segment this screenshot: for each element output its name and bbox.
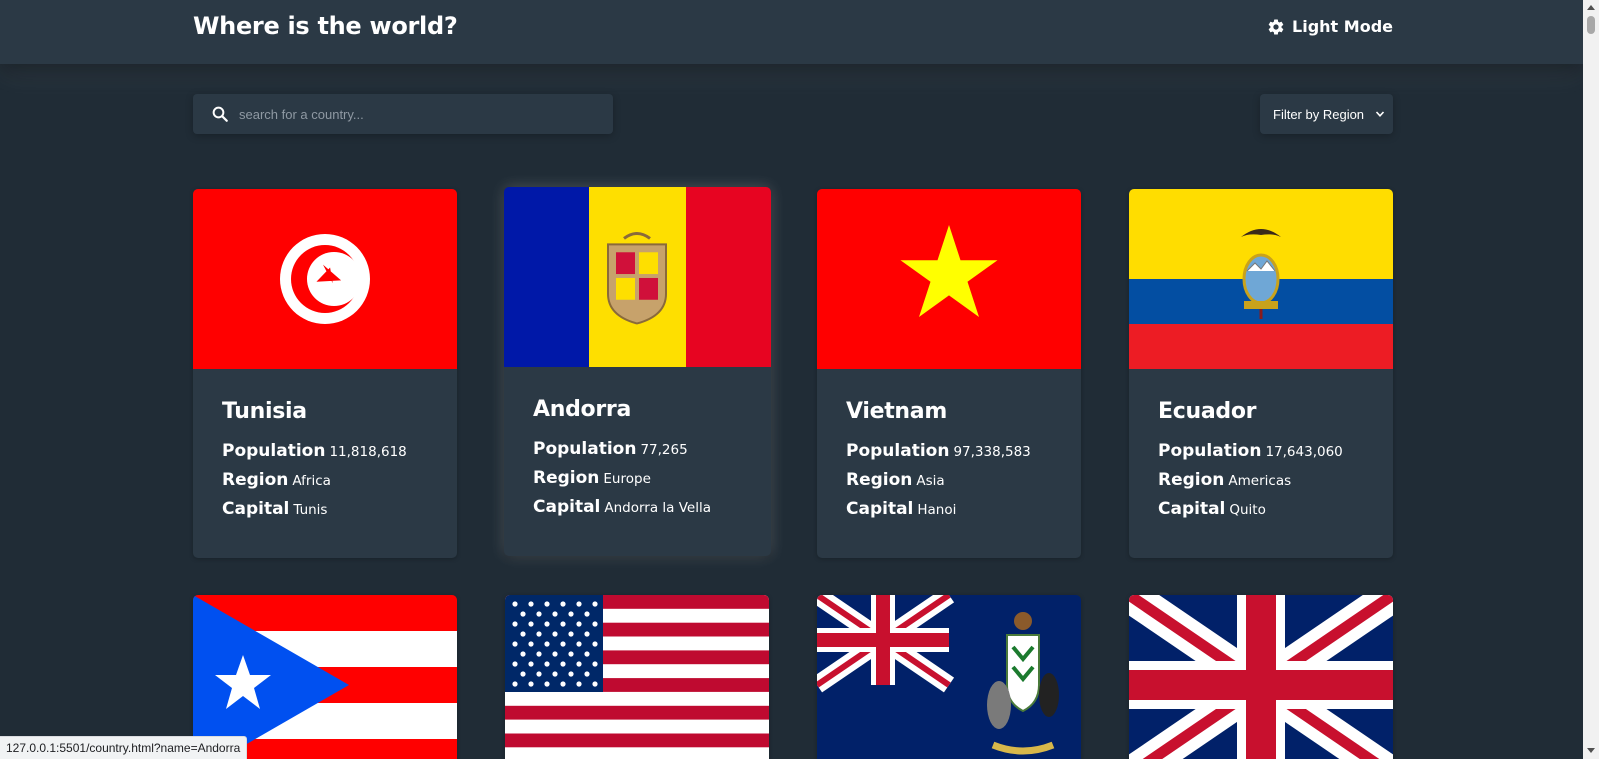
page-scrollbar[interactable] xyxy=(1583,0,1599,759)
region-value: Americas xyxy=(1228,473,1292,489)
united-kingdom-flag xyxy=(1129,595,1393,759)
population-label: Population xyxy=(1158,441,1262,461)
region-filter-label: Filter by Region xyxy=(1273,106,1365,122)
andorra-flag xyxy=(504,187,771,367)
south-georgia-flag xyxy=(817,595,1081,759)
search-box xyxy=(193,94,613,134)
capital-label: Capital xyxy=(533,497,601,517)
capital-value: Tunis xyxy=(293,502,328,518)
region-row: Region Asia xyxy=(846,466,1052,495)
population-value: 97,338,583 xyxy=(953,444,1031,460)
country-card-andorra[interactable]: Andorra Population 77,265 Region Europe Ca… xyxy=(504,187,771,556)
country-card-tunisia[interactable]: Tunisia Population 11,818,618 Region Afric… xyxy=(193,189,457,558)
country-card-united-states[interactable] xyxy=(505,595,769,759)
country-card-ecuador[interactable]: Ecuador Population 17,643,060 Region Ameri… xyxy=(1129,189,1393,558)
capital-label: Capital xyxy=(1158,499,1226,519)
region-label: Region xyxy=(222,470,289,490)
population-value: 77,265 xyxy=(640,442,688,458)
capital-row: Capital Quito xyxy=(1158,495,1364,524)
browser-status-url: 127.0.0.1:5501/country.html?name=Andorra xyxy=(0,736,248,759)
country-card-puerto-rico[interactable] xyxy=(193,595,457,759)
app-viewport: Where is the world? Light Mode Filter by… xyxy=(0,0,1599,759)
capital-row: Capital Tunis xyxy=(222,495,428,524)
population-row: Population 77,265 xyxy=(533,435,742,464)
theme-toggle-button[interactable]: Light Mode xyxy=(1267,17,1393,36)
country-name: Tunisia xyxy=(222,399,307,424)
puerto-rico-flag xyxy=(193,595,457,759)
population-value: 17,643,060 xyxy=(1265,444,1343,460)
population-row: Population 97,338,583 xyxy=(846,437,1052,466)
gear-icon xyxy=(1267,18,1285,36)
country-card-south-georgia[interactable] xyxy=(817,595,1081,759)
region-row: Region Africa xyxy=(222,466,428,495)
population-value: 11,818,618 xyxy=(329,444,407,460)
population-row: Population 11,818,618 xyxy=(222,437,428,466)
region-value: Europe xyxy=(603,471,651,487)
country-card-vietnam[interactable]: Vietnam Population 97,338,583 Region Asia … xyxy=(817,189,1081,558)
capital-label: Capital xyxy=(222,499,290,519)
capital-value: Hanoi xyxy=(917,502,957,518)
capital-value: Quito xyxy=(1229,502,1266,518)
region-value: Asia xyxy=(916,473,945,489)
population-label: Population xyxy=(222,441,326,461)
country-name: Ecuador xyxy=(1158,399,1257,424)
country-card-united-kingdom[interactable] xyxy=(1129,595,1393,759)
united-states-flag xyxy=(505,595,769,759)
scroll-up-arrow-icon[interactable] xyxy=(1587,5,1595,10)
capital-row: Capital Hanoi xyxy=(846,495,1052,524)
scroll-down-arrow-icon[interactable] xyxy=(1587,748,1595,753)
region-label: Region xyxy=(533,468,600,488)
region-filter-select[interactable]: Filter by Region xyxy=(1260,94,1393,134)
population-row: Population 17,643,060 xyxy=(1158,437,1364,466)
region-label: Region xyxy=(846,470,913,490)
country-name: Andorra xyxy=(533,397,631,422)
region-row: Region Europe xyxy=(533,464,742,493)
population-label: Population xyxy=(533,439,637,459)
region-value: Africa xyxy=(292,473,331,489)
scrollbar-thumb[interactable] xyxy=(1587,16,1595,34)
region-row: Region Americas xyxy=(1158,466,1364,495)
population-label: Population xyxy=(846,441,950,461)
region-label: Region xyxy=(1158,470,1225,490)
top-header: Where is the world? Light Mode xyxy=(0,0,1583,64)
tunisia-flag xyxy=(193,189,457,369)
search-input[interactable] xyxy=(239,94,599,134)
capital-row: Capital Andorra la Vella xyxy=(533,493,742,522)
ecuador-flag xyxy=(1129,189,1393,369)
country-name: Vietnam xyxy=(846,399,947,424)
vietnam-flag xyxy=(817,189,1081,369)
app-title: Where is the world? xyxy=(193,12,458,40)
capital-label: Capital xyxy=(846,499,914,519)
capital-value: Andorra la Vella xyxy=(604,500,712,516)
theme-toggle-label: Light Mode xyxy=(1292,17,1393,36)
